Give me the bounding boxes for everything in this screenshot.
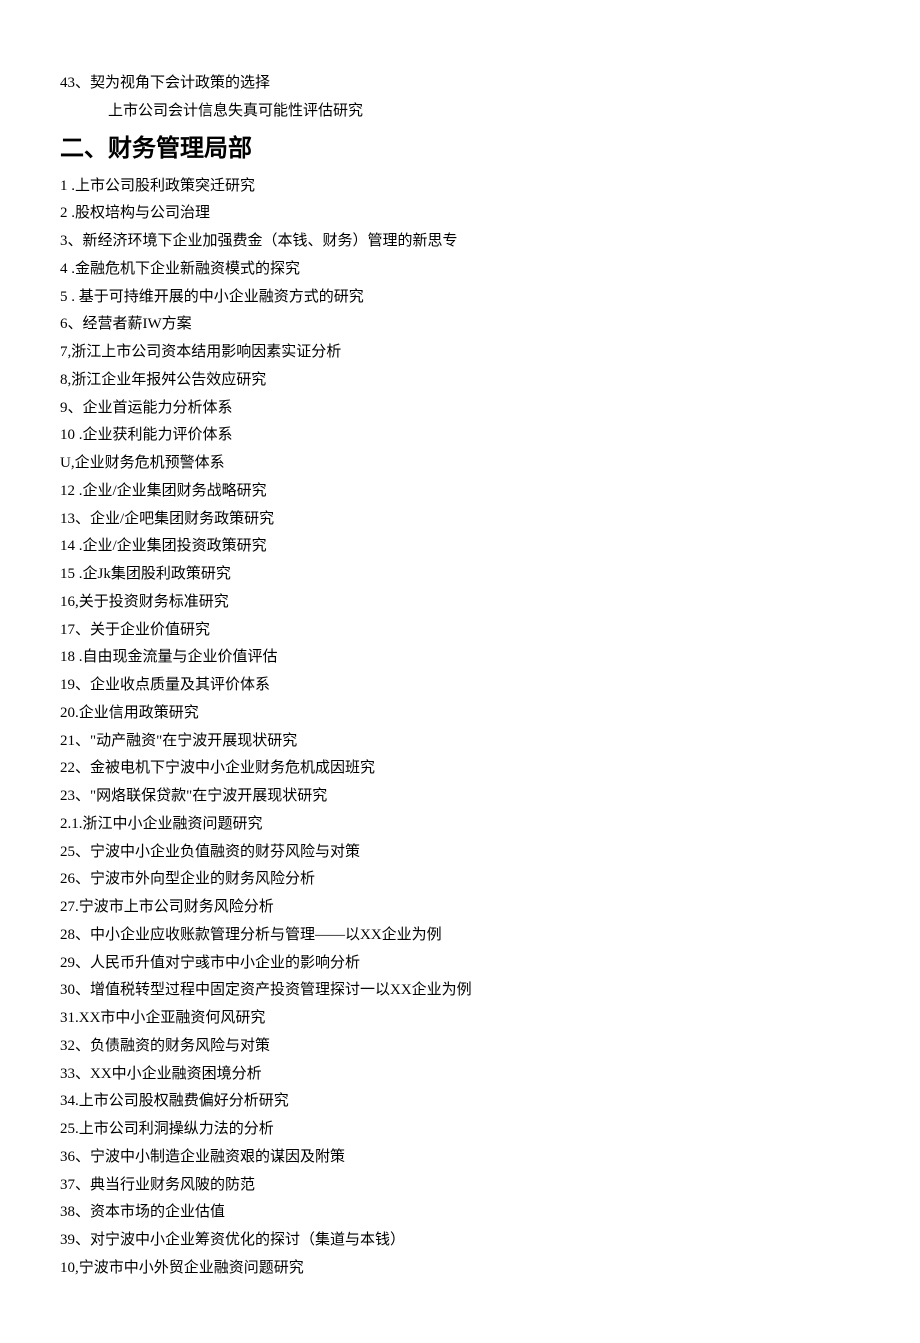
list-item: 4 .金融危机下企业新融资模式的探究 <box>60 256 860 284</box>
list-item: 10,宁波市中小外贸企业融资问题研究 <box>60 1255 860 1283</box>
list-item: 31.XX市中小企亚融资何风研究 <box>60 1005 860 1033</box>
list-item: 8,浙江企业年报舛公告效应研究 <box>60 367 860 395</box>
list-item: 28、中小企业应收账款管理分析与管理——以XX企业为例 <box>60 922 860 950</box>
list-item: 21、"动产融资"在宁波开展现状研究 <box>60 728 860 756</box>
list-item: 37、典当行业财务风陂的防范 <box>60 1172 860 1200</box>
list-item: 19、企业收点质量及其评价体系 <box>60 672 860 700</box>
list-item: 6、经营者薪IW方案 <box>60 311 860 339</box>
list-item: 上市公司会计信息失真可能性评估研究 <box>60 98 860 126</box>
list-item: 10 .企业获利能力评价体系 <box>60 422 860 450</box>
list-item: 13、企业/企吧集团财务政策研究 <box>60 506 860 534</box>
list-item: 33、XX中小企业融资困境分析 <box>60 1061 860 1089</box>
list-item: 36、宁波中小制造企业融资艰的谋因及附策 <box>60 1144 860 1172</box>
list-item: 20.企业信用政策研究 <box>60 700 860 728</box>
list-item: 30、增值税转型过程中固定资产投资管理探讨一以XX企业为例 <box>60 977 860 1005</box>
list-item: 2 .股权培构与公司治理 <box>60 200 860 228</box>
list-item: 23、"网烙联保贷款"在宁波开展现状研究 <box>60 783 860 811</box>
list-item: 7,浙江上市公司资本结用影响因素实证分析 <box>60 339 860 367</box>
list-item: 3、新经济环境下企业加强费金（本钱、财务）管理的新思专 <box>60 228 860 256</box>
list-item: 22、金被电机下宁波中小企业财务危机成因班究 <box>60 755 860 783</box>
list-item: 12 .企业/企业集团财务战略研究 <box>60 478 860 506</box>
list-item: U,企业财务危机预警体系 <box>60 450 860 478</box>
section-header: 二、财务管理局部 <box>60 128 860 171</box>
list-item: 29、人民币升值对宁彧市中小企业的影响分析 <box>60 950 860 978</box>
list-item: 26、宁波市外向型企业的财务风险分析 <box>60 866 860 894</box>
list-item: 15 .企Jk集团股利政策研究 <box>60 561 860 589</box>
list-item: 38、资本市场的企业估值 <box>60 1199 860 1227</box>
list-item: 17、关于企业价值研究 <box>60 617 860 645</box>
list-item: 9、企业首运能力分析体系 <box>60 395 860 423</box>
list-item: 2.1.浙江中小企业融资问题研究 <box>60 811 860 839</box>
list-item: 25、宁波中小企业负值融资的财芬风险与对策 <box>60 839 860 867</box>
list-item: 39、对宁波中小企业筹资优化的探讨（集道与本钱） <box>60 1227 860 1255</box>
list-item: 25.上市公司利洞操纵力法的分析 <box>60 1116 860 1144</box>
list-item: 34.上市公司股权融费偏好分析研究 <box>60 1088 860 1116</box>
list-item: 18 .自由现金流量与企业价值评估 <box>60 644 860 672</box>
list-item: 27.宁波市上市公司财务风险分析 <box>60 894 860 922</box>
list-item: 1 .上市公司股利政策突迁研究 <box>60 173 860 201</box>
list-item: 14 .企业/企业集团投资政策研究 <box>60 533 860 561</box>
list-item: 32、负债融资的财务风险与对策 <box>60 1033 860 1061</box>
list-item: 43、契为视角下会计政策的选择 <box>60 70 860 98</box>
document-body: 43、契为视角下会计政策的选择上市公司会计信息失真可能性评估研究二、财务管理局部… <box>60 70 860 1283</box>
list-item: 16,关于投资财务标准研究 <box>60 589 860 617</box>
list-item: 5 . 基于可持维开展的中小企业融资方式的研究 <box>60 284 860 312</box>
